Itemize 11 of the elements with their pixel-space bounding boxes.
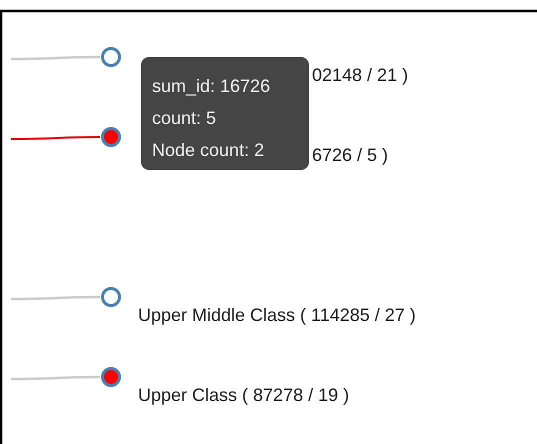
tooltip-text: Node count: 2 [152,139,264,162]
node-circle[interactable] [101,47,121,67]
node-label: 02148 / 21 ) [312,65,408,85]
node-label: Upper Middle Class ( 114285 / 27 ) [138,305,416,325]
node-label: 6726 / 5 ) [312,145,388,165]
node-circle[interactable] [101,127,121,147]
node-label: Upper Class ( 87278 / 19 ) [138,385,350,405]
tooltip-text: count: 5 [152,107,216,130]
node-circle[interactable] [101,287,121,307]
tooltip-text: sum_id: 16726 [152,75,270,98]
node-circle[interactable] [101,367,121,387]
